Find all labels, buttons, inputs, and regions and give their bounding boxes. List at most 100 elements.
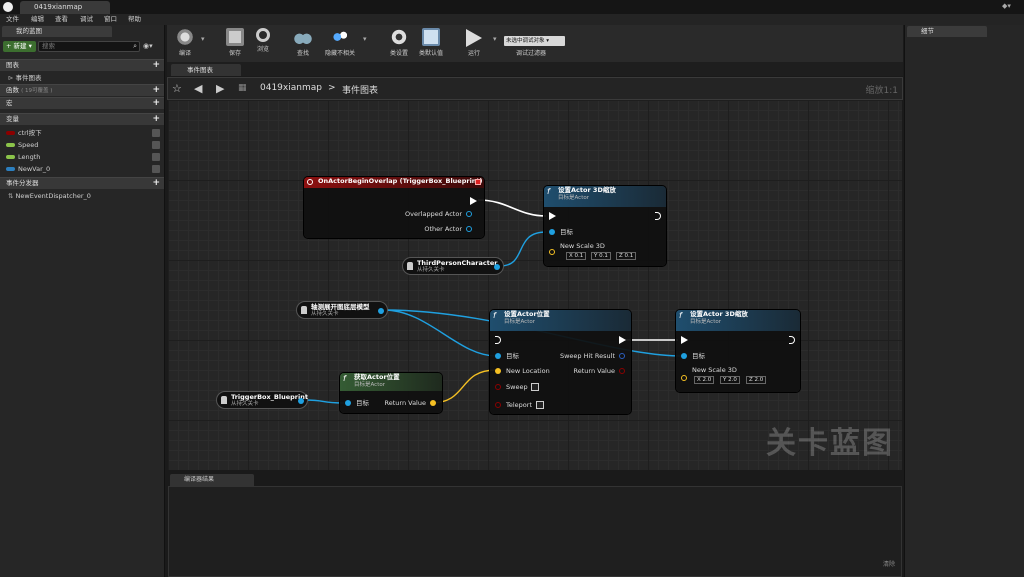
scale-x-field[interactable]: X 2.0 xyxy=(694,376,715,384)
variable-item[interactable]: Length xyxy=(0,151,164,163)
teleport-pin[interactable] xyxy=(495,402,501,408)
exec-in-pin[interactable] xyxy=(549,212,556,220)
debug-object-select[interactable]: 未选中调试对象 ▾ xyxy=(504,36,565,46)
return-value-pin[interactable] xyxy=(430,400,436,406)
object-out-pin[interactable] xyxy=(494,264,500,270)
scale-z-value: 2.0 xyxy=(754,377,764,383)
class-settings-button[interactable]: 类设置 xyxy=(383,27,415,61)
breadcrumb-graph[interactable]: 事件图表 xyxy=(342,83,378,96)
back-arrow-icon[interactable]: ◀ xyxy=(194,82,202,95)
graphs-section[interactable]: 图表 + xyxy=(0,59,164,71)
object-out-pin[interactable] xyxy=(378,308,384,314)
scale-z-field[interactable]: Z 0.1 xyxy=(616,252,637,260)
variable-item[interactable]: NewVar_0 xyxy=(0,163,164,175)
play-options-chevron-icon[interactable]: ▾ xyxy=(493,35,497,43)
sweep-checkbox[interactable] xyxy=(531,383,539,391)
exec-out-outline-icon[interactable] xyxy=(789,336,795,344)
view-options-eye-icon[interactable]: ◉▾ xyxy=(143,42,161,51)
hide-options-chevron-icon[interactable]: ▾ xyxy=(363,35,367,43)
add-function-plus-icon[interactable]: + xyxy=(152,86,160,95)
node-title: 设置Actor 3D缩放 xyxy=(690,310,748,318)
new-button[interactable]: + 新建 ▾ xyxy=(3,41,36,52)
target-pin[interactable] xyxy=(345,400,351,406)
breadcrumb: ☆ ◀ ▶ ▦ 0419xianmap > 事件图表 缩放1:1 xyxy=(167,77,903,100)
overlapped-actor-pin[interactable] xyxy=(466,211,472,217)
clear-button[interactable]: 清除 xyxy=(883,559,895,568)
add-dispatcher-plus-icon[interactable]: + xyxy=(152,179,160,188)
tab-details[interactable]: 细节 xyxy=(907,26,987,37)
variables-section[interactable]: 变量 + xyxy=(0,113,164,125)
variable-node-trigger-box[interactable]: TriggerBox_Blueprint 从持久关卡 xyxy=(216,391,308,409)
target-pin[interactable] xyxy=(495,353,501,359)
return-value-pin[interactable] xyxy=(619,368,625,374)
visibility-eye-icon[interactable] xyxy=(152,153,160,161)
hide-unrelated-button[interactable]: 隐藏不相关 xyxy=(320,27,360,61)
pure-node-get-actor-location[interactable]: f 获取Actor位置 目标是Actor 目标 Return Value xyxy=(340,373,442,413)
breadcrumb-map[interactable]: 0419xianmap xyxy=(260,83,322,93)
teleport-checkbox[interactable] xyxy=(536,401,544,409)
menu-edit[interactable]: 编辑 xyxy=(31,14,44,25)
visibility-eye-icon[interactable] xyxy=(152,129,160,137)
exec-in-pin[interactable] xyxy=(681,336,688,344)
pin-label: New Scale 3D xyxy=(560,242,605,250)
menu-file[interactable]: 文件 xyxy=(6,14,19,25)
variable-item[interactable]: ctrl按下 xyxy=(0,127,164,139)
compile-button[interactable]: 编译 xyxy=(169,27,201,61)
menu-debug[interactable]: 调试 xyxy=(80,14,93,25)
add-macro-plus-icon[interactable]: + xyxy=(152,99,160,108)
target-pin[interactable] xyxy=(681,353,687,359)
variable-name: ctrl按下 xyxy=(18,129,42,137)
pin-label: Other Actor xyxy=(424,225,462,233)
add-graph-plus-icon[interactable]: + xyxy=(152,61,160,70)
visibility-eye-icon[interactable] xyxy=(152,165,160,173)
function-node-set-actor-location[interactable]: f 设置Actor位置 目标是Actor 目标 New Location Swe… xyxy=(490,310,631,414)
find-button[interactable]: 查找 xyxy=(287,27,319,61)
functions-section[interactable]: 函数 ( 19可覆盖 ) + xyxy=(0,84,164,96)
window-controls[interactable]: ◆▾ xyxy=(1002,2,1020,11)
visibility-eye-icon[interactable] xyxy=(152,141,160,149)
browse-button[interactable]: 浏览 xyxy=(247,27,279,61)
scale-x-field[interactable]: X 0.1 xyxy=(566,252,587,260)
unreal-logo-icon[interactable] xyxy=(3,2,13,12)
scale-z-field[interactable]: Z 2.0 xyxy=(746,376,767,384)
delegate-pin[interactable] xyxy=(475,179,481,185)
event-graph-item[interactable]: ⊳ 事件图表 xyxy=(0,72,164,84)
exec-out-pin[interactable] xyxy=(619,336,626,344)
macros-section[interactable]: 宏 + xyxy=(0,97,164,109)
exec-out-pin[interactable] xyxy=(470,197,477,205)
new-scale-pin[interactable] xyxy=(549,249,555,255)
variable-item[interactable]: Speed xyxy=(0,139,164,151)
function-node-set-actor-scale[interactable]: f 设置Actor 3D缩放 目标是Actor 目标 New Scale 3D … xyxy=(676,310,800,392)
variable-node-third-person-character[interactable]: ThirdPersonCharacter 从持久关卡 xyxy=(402,257,504,275)
my-blueprint-tab[interactable]: 我的蓝图 xyxy=(2,26,112,37)
add-variable-plus-icon[interactable]: + xyxy=(152,115,160,124)
other-actor-pin[interactable] xyxy=(466,226,472,232)
scale-y-field[interactable]: Y 2.0 xyxy=(720,376,740,384)
object-out-pin[interactable] xyxy=(298,398,304,404)
class-defaults-button[interactable]: 类默认值 xyxy=(415,27,447,61)
forward-arrow-icon[interactable]: ▶ xyxy=(216,82,224,95)
graph-canvas[interactable]: OnActorBeginOverlap (TriggerBox_Blueprin… xyxy=(168,100,902,470)
scale-y-field[interactable]: Y 0.1 xyxy=(591,252,611,260)
document-tab[interactable]: 0419xianmap xyxy=(20,1,110,14)
event-node-on-actor-begin-overlap[interactable]: OnActorBeginOverlap (TriggerBox_Blueprin… xyxy=(304,177,484,238)
search-input[interactable]: 搜索 ⌕ xyxy=(38,41,140,52)
play-button[interactable]: 运行 xyxy=(458,27,490,61)
exec-in-outline-icon[interactable] xyxy=(495,336,501,344)
menu-window[interactable]: 窗口 xyxy=(104,14,117,25)
favorite-star-icon[interactable]: ☆ xyxy=(172,82,182,95)
new-scale-pin[interactable] xyxy=(681,375,687,381)
menu-view[interactable]: 查看 xyxy=(55,14,68,25)
target-pin[interactable] xyxy=(549,229,555,235)
dispatcher-item[interactable]: ⇅ NewEventDispatcher_0 xyxy=(0,190,164,202)
compile-options-chevron-icon[interactable]: ▾ xyxy=(201,35,205,43)
function-node-set-actor-scale[interactable]: f 设置Actor 3D缩放 目标是Actor 目标 New Scale 3D … xyxy=(544,186,666,266)
new-location-pin[interactable] xyxy=(495,368,501,374)
tab-event-graph[interactable]: 事件图表 xyxy=(171,64,241,76)
sweep-pin[interactable] xyxy=(495,384,501,390)
event-dispatchers-section[interactable]: 事件分发器 + xyxy=(0,177,164,189)
variable-node-model[interactable]: 轴测展开图底层模型 从持久关卡 xyxy=(296,301,388,319)
tab-compiler-results[interactable]: 编译器结果 xyxy=(170,474,254,486)
menu-help[interactable]: 帮助 xyxy=(128,14,141,25)
sweep-hit-result-pin[interactable] xyxy=(619,353,625,359)
